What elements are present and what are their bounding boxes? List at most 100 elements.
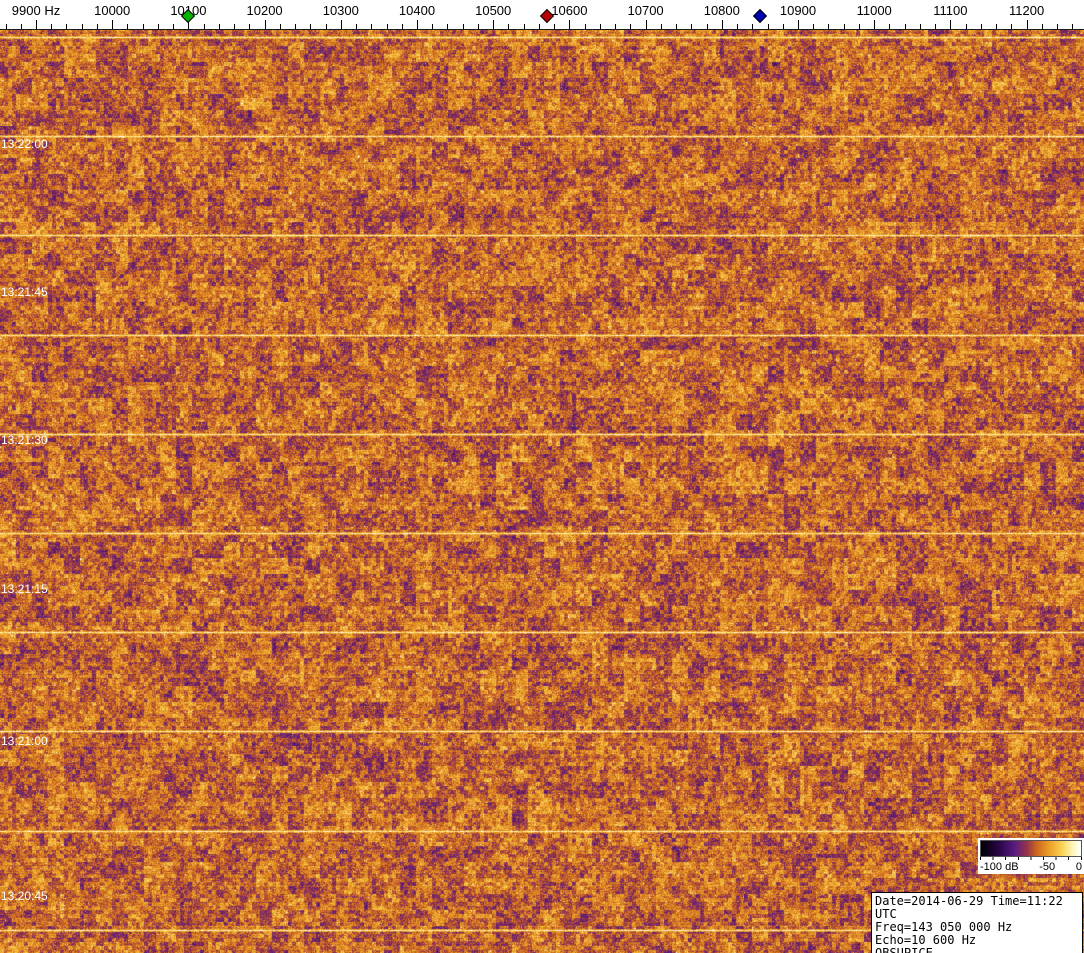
legend-label-mid: -50 xyxy=(1039,861,1055,873)
frequency-tick-label: 10900 xyxy=(780,3,816,18)
ruler-minor-tick xyxy=(630,24,631,29)
ruler-major-tick xyxy=(36,20,37,29)
ruler-minor-tick xyxy=(173,24,174,29)
ruler-minor-tick xyxy=(478,24,479,29)
time-tick-label: 13:21:45 xyxy=(1,285,48,299)
ruler-minor-tick xyxy=(615,24,616,29)
ruler-major-tick xyxy=(1027,20,1028,29)
ruler-minor-tick xyxy=(661,24,662,29)
ruler-minor-tick xyxy=(1072,24,1073,29)
frequency-ruler: 9900 Hz100001010010200103001040010500106… xyxy=(0,0,1084,30)
ruler-major-tick xyxy=(722,20,723,29)
ruler-major-tick xyxy=(112,20,113,29)
ruler-minor-tick xyxy=(966,24,967,29)
ruler-major-tick xyxy=(874,20,875,29)
ruler-minor-tick xyxy=(249,24,250,29)
frequency-tick-label: 10600 xyxy=(551,3,587,18)
frequency-tick-label: 10800 xyxy=(704,3,740,18)
ruler-minor-tick xyxy=(1057,24,1058,29)
ruler-minor-tick xyxy=(707,24,708,29)
ruler-major-tick xyxy=(417,20,418,29)
ruler-minor-tick xyxy=(402,24,403,29)
ruler-minor-tick xyxy=(1011,24,1012,29)
frequency-tick-label: 10200 xyxy=(247,3,283,18)
info-station-name: OBSUPICE xyxy=(875,947,1079,953)
legend-label-min: -100 dB xyxy=(980,861,1019,873)
ruler-minor-tick xyxy=(981,24,982,29)
ruler-minor-tick xyxy=(1042,24,1043,29)
ruler-minor-tick xyxy=(508,24,509,29)
ruler-minor-tick xyxy=(143,24,144,29)
ruler-minor-tick xyxy=(82,24,83,29)
ruler-minor-tick xyxy=(6,24,7,29)
frequency-tick-label: 11100 xyxy=(933,3,967,18)
ruler-minor-tick xyxy=(51,24,52,29)
ruler-minor-tick xyxy=(524,24,525,29)
color-scale-legend: -100 dB -50 0 xyxy=(978,838,1084,874)
ruler-minor-tick xyxy=(21,24,22,29)
info-date-time: Date=2014-06-29 Time=11:22 UTC xyxy=(875,895,1079,921)
ruler-major-tick xyxy=(950,20,951,29)
ruler-major-tick xyxy=(341,20,342,29)
ruler-minor-tick xyxy=(310,24,311,29)
ruler-minor-tick xyxy=(127,24,128,29)
ruler-major-tick xyxy=(798,20,799,29)
ruler-minor-tick xyxy=(97,24,98,29)
ruler-minor-tick xyxy=(539,24,540,29)
ruler-minor-tick xyxy=(813,24,814,29)
ruler-major-tick xyxy=(265,20,266,29)
ruler-minor-tick xyxy=(387,24,388,29)
ruler-minor-tick xyxy=(828,24,829,29)
waterfall-canvas xyxy=(0,30,1084,953)
ruler-minor-tick xyxy=(66,24,67,29)
legend-label-max: 0 xyxy=(1076,861,1082,873)
frequency-tick-label: 9900 Hz xyxy=(12,3,60,18)
ruler-minor-tick xyxy=(554,24,555,29)
ruler-minor-tick xyxy=(783,24,784,29)
color-scale-labels: -100 dB -50 0 xyxy=(980,860,1082,873)
frequency-tick-label: 10700 xyxy=(628,3,664,18)
time-tick-label: 13:21:30 xyxy=(1,433,48,447)
ruler-minor-tick xyxy=(447,24,448,29)
ruler-minor-tick xyxy=(280,24,281,29)
time-tick-label: 13:20:45 xyxy=(1,889,48,903)
frequency-tick-label: 10300 xyxy=(323,3,359,18)
marker-blue-diamond-icon[interactable] xyxy=(753,9,767,23)
frequency-tick-label: 11200 xyxy=(1009,3,1044,18)
ruler-minor-tick xyxy=(463,24,464,29)
time-tick-label: 13:21:15 xyxy=(1,582,48,596)
ruler-minor-tick xyxy=(905,24,906,29)
ruler-minor-tick xyxy=(326,24,327,29)
ruler-minor-tick xyxy=(204,24,205,29)
spectrogram-app: 9900 Hz100001010010200103001040010500106… xyxy=(0,0,1084,953)
frequency-tick-label: 10400 xyxy=(399,3,435,18)
ruler-minor-tick xyxy=(600,24,601,29)
ruler-minor-tick xyxy=(219,24,220,29)
ruler-major-tick xyxy=(569,20,570,29)
ruler-minor-tick xyxy=(920,24,921,29)
ruler-minor-tick xyxy=(356,24,357,29)
ruler-minor-tick xyxy=(691,24,692,29)
ruler-minor-tick xyxy=(158,24,159,29)
ruler-minor-tick xyxy=(234,24,235,29)
observation-info-box: Date=2014-06-29 Time=11:22 UTC Freq=143 … xyxy=(871,892,1083,953)
ruler-minor-tick xyxy=(676,24,677,29)
ruler-minor-tick xyxy=(935,24,936,29)
frequency-tick-label: 10500 xyxy=(475,3,511,18)
ruler-minor-tick xyxy=(737,24,738,29)
ruler-major-tick xyxy=(646,20,647,29)
ruler-minor-tick xyxy=(844,24,845,29)
ruler-minor-tick xyxy=(996,24,997,29)
time-tick-label: 13:21:00 xyxy=(1,734,48,748)
waterfall-plot: 13:22:00 13:21:45 13:21:30 13:21:15 13:21:00… xyxy=(0,30,1084,953)
ruler-minor-tick xyxy=(889,24,890,29)
ruler-minor-tick xyxy=(752,24,753,29)
frequency-tick-label: 11000 xyxy=(857,3,892,18)
ruler-minor-tick xyxy=(859,24,860,29)
ruler-major-tick xyxy=(493,20,494,29)
frequency-tick-label: 10000 xyxy=(94,3,130,18)
ruler-minor-tick xyxy=(432,24,433,29)
ruler-minor-tick xyxy=(295,24,296,29)
ruler-minor-tick xyxy=(371,24,372,29)
ruler-minor-tick xyxy=(585,24,586,29)
